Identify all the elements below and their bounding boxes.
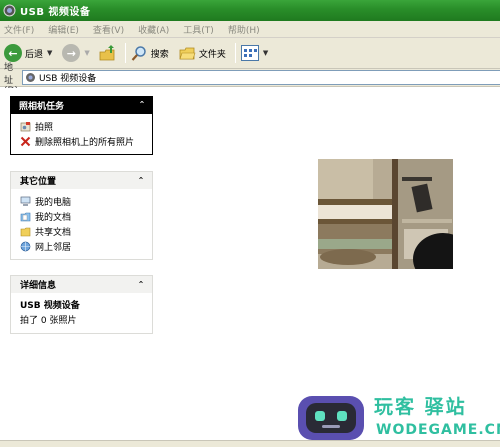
delete-x-icon	[20, 136, 31, 147]
camera-icon	[20, 122, 31, 132]
other-places-panel: 其它位置 ⌃ 我的电脑 我的文档 共享文档 网上邻居	[10, 171, 153, 260]
details-body: USB 视频设备 拍了 0 张照片	[10, 293, 153, 334]
other-places-title: 其它位置	[20, 177, 57, 187]
my-computer-label: 我的电脑	[35, 198, 72, 208]
menu-favorites[interactable]: 收藏(A)	[138, 23, 169, 36]
shared-documents-label: 共享文档	[35, 228, 72, 238]
back-dropdown-icon[interactable]: ▼	[47, 49, 52, 57]
address-field[interactable]: USB 视频设备	[21, 70, 500, 85]
menu-tools[interactable]: 工具(T)	[183, 23, 214, 36]
back-label: 后退	[25, 49, 44, 60]
network-places-label: 网上邻居	[35, 243, 72, 253]
watermark-brand: 玩客 驿站	[374, 396, 467, 418]
device-name: USB 视频设备	[20, 297, 152, 312]
details-title: 详细信息	[20, 281, 57, 291]
folders-button[interactable]: 文件夹	[179, 41, 226, 65]
folders-icon	[179, 47, 196, 59]
my-documents-link[interactable]: 我的文档	[20, 209, 152, 224]
menu-bar: 文件(F) 编辑(E) 查看(V) 收藏(A) 工具(T) 帮助(H)	[0, 21, 500, 38]
watermark-url: WODEGAME.CN	[376, 422, 500, 438]
webcam-icon	[3, 4, 16, 17]
details-header[interactable]: 详细信息 ⌃	[10, 275, 153, 293]
collapse-chevron-icon[interactable]: ⌃	[136, 280, 146, 290]
menu-view[interactable]: 查看(V)	[93, 23, 124, 36]
other-places-header[interactable]: 其它位置 ⌃	[10, 171, 153, 189]
menu-file[interactable]: 文件(F)	[4, 23, 34, 36]
search-label: 搜索	[150, 49, 169, 60]
device-name-text: USB 视频设备	[20, 301, 80, 311]
camera-tasks-header[interactable]: 照相机任务 ⌃	[10, 96, 153, 114]
content-area: 照相机任务 ⌃ 拍照 删除照相机上的所有照片 其它位置 ⌃ 我的电脑 我的文档 …	[0, 88, 500, 440]
search-icon	[131, 45, 146, 61]
up-folder-button[interactable]	[98, 41, 116, 65]
watermark-logo-icon	[298, 396, 364, 440]
up-folder-icon	[99, 45, 115, 61]
views-icon	[240, 45, 259, 61]
network-places-link[interactable]: 网上邻居	[20, 239, 152, 254]
title-bar: USB 视频设备	[0, 0, 500, 21]
menu-edit[interactable]: 编辑(E)	[48, 23, 79, 36]
network-icon	[20, 241, 31, 252]
camera-preview-image	[318, 159, 453, 269]
toolbar: ← 后退 ▼ → ▼ 搜索 文件夹 ▼	[0, 38, 500, 69]
my-computer-link[interactable]: 我的电脑	[20, 194, 152, 209]
camera-tasks-body: 拍照 删除照相机上的所有照片	[10, 114, 153, 155]
photo-count-text: 拍了 0 张照片	[20, 316, 77, 326]
toolbar-separator	[124, 43, 126, 63]
address-bar: 地址(D) USB 视频设备	[0, 63, 500, 96]
details-panel: 详细信息 ⌃ USB 视频设备 拍了 0 张照片	[10, 275, 153, 334]
collapse-chevron-icon[interactable]: ⌃	[137, 100, 147, 110]
shared-documents-link[interactable]: 共享文档	[20, 224, 152, 239]
address-value: USB 视频设备	[38, 74, 97, 84]
my-computer-icon	[20, 196, 31, 206]
search-button[interactable]: 搜索	[131, 41, 169, 65]
photo-count: 拍了 0 张照片	[20, 312, 152, 327]
menu-help[interactable]: 帮助(H)	[228, 23, 260, 36]
views-button[interactable]: ▼	[240, 41, 268, 65]
my-documents-icon	[20, 212, 31, 222]
forward-button[interactable]: → ▼	[62, 41, 90, 65]
other-places-body: 我的电脑 我的文档 共享文档 网上邻居	[10, 189, 153, 260]
watermark: 玩客 驿站 WODEGAME.CN	[296, 388, 500, 447]
camera-preview	[318, 159, 453, 269]
collapse-chevron-icon[interactable]: ⌃	[136, 176, 146, 186]
take-photo-link[interactable]: 拍照	[20, 119, 152, 134]
forward-dropdown-icon[interactable]: ▼	[84, 49, 89, 57]
delete-all-photos-link[interactable]: 删除照相机上的所有照片	[20, 134, 152, 149]
shared-folder-icon	[20, 227, 31, 237]
views-dropdown-icon[interactable]: ▼	[263, 49, 268, 57]
toolbar-separator	[234, 43, 236, 63]
status-bar	[0, 440, 500, 447]
my-documents-label: 我的文档	[35, 213, 72, 223]
forward-arrow-icon: →	[62, 44, 81, 62]
camera-tasks-panel: 照相机任务 ⌃ 拍照 删除照相机上的所有照片	[10, 96, 153, 155]
window-title: USB 视频设备	[20, 7, 91, 18]
take-photo-label: 拍照	[35, 123, 54, 133]
folders-label: 文件夹	[198, 49, 226, 60]
webcam-icon	[25, 73, 35, 82]
camera-tasks-title: 照相机任务	[19, 101, 65, 112]
delete-all-photos-label: 删除照相机上的所有照片	[35, 138, 135, 148]
